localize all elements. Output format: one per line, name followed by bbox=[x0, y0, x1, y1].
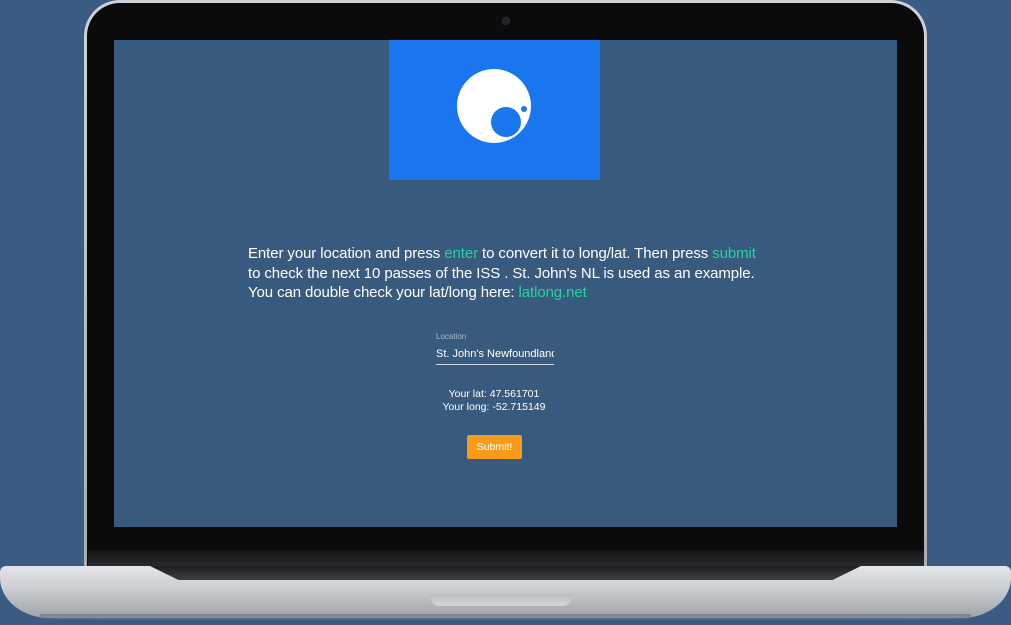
laptop-mockup: Enter your location and press enter to c… bbox=[0, 0, 1011, 625]
latitude-text: Your lat: 47.561701 bbox=[448, 388, 540, 400]
lid-opening-notch bbox=[430, 594, 572, 606]
iss-logo-icon bbox=[457, 69, 531, 143]
submit-button[interactable]: Submit! bbox=[467, 435, 522, 459]
intro-part3: to check the next 10 passes of the ISS .… bbox=[248, 264, 755, 302]
longitude-text: Your long: -52.715149 bbox=[442, 401, 546, 413]
location-label: Location bbox=[436, 332, 467, 341]
submit-link[interactable]: submit bbox=[712, 245, 756, 262]
logo-dot bbox=[521, 106, 527, 112]
enter-link[interactable]: enter bbox=[444, 245, 478, 262]
keyboard-edge bbox=[150, 566, 861, 580]
intro-part2: to convert it to long/lat. Then press bbox=[477, 245, 713, 262]
laptop-shadow bbox=[40, 614, 971, 622]
webcam-icon bbox=[503, 18, 509, 24]
location-field: Location bbox=[436, 332, 554, 365]
coordinates-readout: Your lat: 47.561701 Your long: -52.71514… bbox=[364, 388, 624, 414]
logo-inner-circle bbox=[491, 107, 521, 137]
logo-banner bbox=[389, 40, 600, 180]
location-input[interactable] bbox=[436, 344, 554, 365]
intro-text: Enter your location and press enter to c… bbox=[248, 244, 768, 303]
laptop-hinge bbox=[88, 550, 924, 566]
latlong-link[interactable]: latlong.net bbox=[519, 284, 587, 301]
app-screen: Enter your location and press enter to c… bbox=[114, 40, 897, 527]
intro-part1: Enter your location and press bbox=[248, 245, 445, 262]
